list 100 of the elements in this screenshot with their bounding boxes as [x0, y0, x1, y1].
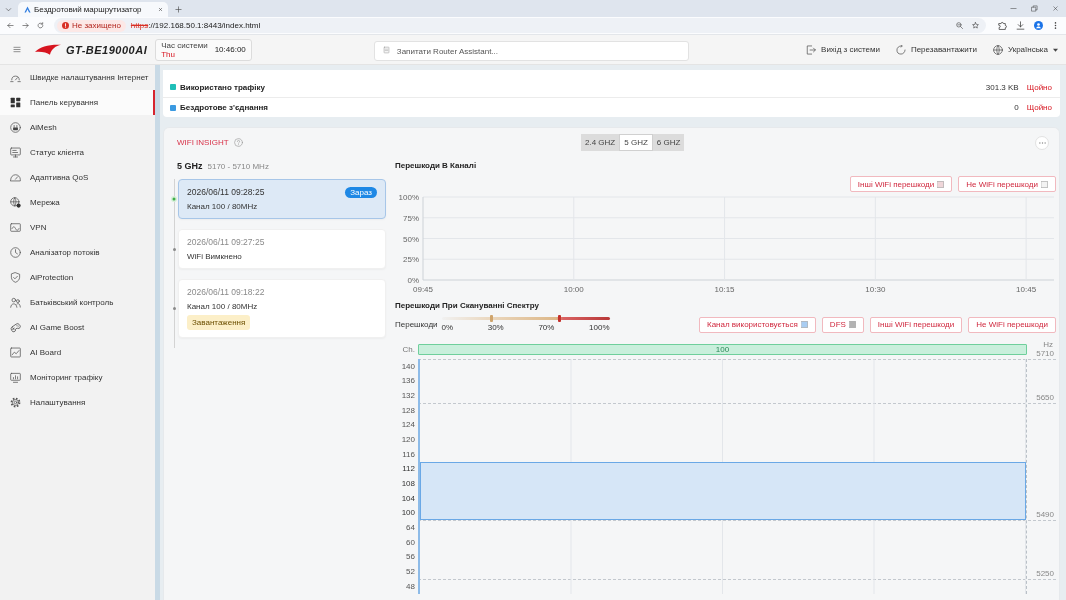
- sidebar-item[interactable]: Аналізатор потоків: [0, 240, 155, 265]
- legend-button[interactable]: Інші WiFi перешкоди: [869, 316, 963, 333]
- section-title: WIFI INSIGHT: [177, 138, 229, 147]
- circular-arrow-icon: [895, 44, 906, 55]
- event-time: 2026/06/11 09:28:25: [187, 187, 265, 197]
- sidebar-item[interactable]: Мережа: [0, 190, 155, 215]
- active-dot-icon: [171, 196, 177, 202]
- browser-tab[interactable]: Бездротовий маршрутизатор: [18, 2, 168, 17]
- axis-tick-label: 0%: [407, 276, 419, 285]
- clock-time: 10:46:00: [214, 45, 246, 54]
- star-icon[interactable]: [972, 22, 979, 29]
- sidebar-item[interactable]: Налаштування: [0, 390, 155, 415]
- help-icon[interactable]: [233, 138, 243, 147]
- caret-icon: [1053, 47, 1058, 52]
- scale-tick-label: 30%: [487, 323, 504, 332]
- timeline-dot-icon: [172, 307, 176, 310]
- sidebar-item[interactable]: Статус клієнта: [0, 140, 155, 165]
- language-button[interactable]: Українська: [992, 44, 1058, 55]
- search-field[interactable]: Запитати Router Assistant...: [373, 41, 689, 61]
- logout-button[interactable]: Вихід з системи: [806, 44, 880, 55]
- axis-tick-label: 09:45: [413, 285, 433, 294]
- event-card[interactable]: 2026/06/11 09:27:25 WiFi Вимкнено: [178, 229, 386, 269]
- sidebar-item[interactable]: Батьківський контроль: [0, 290, 155, 315]
- legend-button[interactable]: Не WiFi перешкоди: [968, 316, 1056, 333]
- close-icon[interactable]: [1052, 5, 1059, 12]
- unit-label: Hz: [1042, 340, 1054, 349]
- scale-tick-label: 0%: [441, 323, 454, 332]
- download-icon[interactable]: [1016, 21, 1025, 30]
- close-icon[interactable]: [158, 7, 163, 12]
- event-card[interactable]: 2026/06/11 09:18:22 Канал 100 / 80MHz Завантаження: [178, 279, 386, 338]
- sidebar-item[interactable]: Панель керування: [0, 90, 155, 115]
- channel-label: 128: [400, 404, 416, 417]
- frequency-label: 5710: [1036, 349, 1054, 358]
- clock-icon: [10, 247, 21, 258]
- status-tag: Завантаження: [187, 315, 251, 330]
- time-caption: Час системи: [161, 40, 208, 50]
- chart-board-icon: [10, 347, 21, 358]
- channel-label: 52: [405, 566, 416, 578]
- menu-icon[interactable]: [13, 46, 21, 53]
- dashboard-icon: [10, 97, 21, 108]
- warning-icon: [62, 22, 69, 29]
- chart-title: Перешкоди В Каналі: [395, 160, 478, 171]
- gauge-icon: [10, 72, 21, 83]
- sidebar-item[interactable]: AiProtection: [0, 265, 155, 290]
- metric-value: 0: [1014, 103, 1019, 112]
- legend-button[interactable]: Не WiFi перешкоди: [958, 176, 1056, 192]
- caret-down-icon[interactable]: [5, 6, 12, 13]
- security-indicator[interactable]: Не захищено: [57, 19, 126, 32]
- sidebar-item[interactable]: AI Game Boost: [0, 315, 155, 340]
- puzzle-icon[interactable]: [998, 21, 1007, 30]
- channel-label: 132: [400, 390, 416, 403]
- channel-label: 48: [405, 580, 416, 593]
- sidebar-item[interactable]: Швидке налаштування Інтернет: [0, 65, 155, 90]
- event-time: 2026/06/11 09:18:22: [187, 287, 265, 297]
- legend-button[interactable]: Інші WiFi перешкоди: [849, 176, 953, 192]
- globe-icon: [992, 44, 1003, 55]
- chart-title: Перешкоди При Скануванні Спектру: [395, 300, 540, 311]
- metric-label: Використано трафіку: [180, 82, 265, 92]
- sidebar-item[interactable]: Моніторинг трафіку: [0, 365, 155, 390]
- forward-icon[interactable]: [22, 22, 29, 29]
- band-range: 5170 - 5710 MHz: [207, 162, 269, 171]
- day-label: Thu: [161, 49, 176, 59]
- plus-icon[interactable]: [175, 6, 182, 13]
- channel-label: 60: [405, 536, 416, 549]
- sidebar-item[interactable]: Адаптивна QoS: [0, 165, 155, 190]
- event-detail: Канал 100 / 80MHz: [187, 302, 259, 311]
- speedometer-icon: [10, 172, 21, 183]
- model-name: GT-BE19000AI: [66, 43, 148, 56]
- magnifier-icon[interactable]: [956, 22, 963, 29]
- scale-tick-label: 100%: [589, 323, 610, 332]
- event-detail: Канал 100 / 80MHz: [187, 202, 259, 211]
- more-button[interactable]: [1035, 135, 1049, 150]
- sidebar-item[interactable]: AiMesh: [0, 115, 155, 140]
- scale-tick-label: 70%: [538, 323, 555, 332]
- back-icon[interactable]: [7, 22, 14, 29]
- axis-tick-label: 25%: [403, 255, 419, 265]
- sidebar-item[interactable]: VPN: [0, 215, 155, 240]
- event-card[interactable]: 2026/06/11 09:28:25 Зараз Канал 100 / 80MHz: [178, 179, 386, 219]
- address-field[interactable]: Не захищено https://192.168.50.1:8443/index.html: [54, 18, 986, 33]
- band-tab[interactable]: 6 GHZ: [652, 134, 685, 151]
- eye-logo-icon: [35, 43, 61, 56]
- channel-label: 108: [400, 478, 416, 491]
- reload-icon[interactable]: [37, 22, 44, 29]
- legend-button[interactable]: DFS: [821, 316, 864, 333]
- restart-button[interactable]: Перезавантажити: [895, 44, 977, 55]
- band-tab[interactable]: 5 GHZ: [619, 134, 653, 151]
- more-vertical-icon[interactable]: [1052, 21, 1059, 30]
- update-time: Щойно: [1026, 103, 1052, 112]
- restore-icon[interactable]: [1031, 5, 1038, 12]
- legend-button[interactable]: Канал використовується: [698, 316, 816, 333]
- axis-tick-label: 100%: [398, 193, 419, 202]
- url-text: https://192.168.50.1:8443/index.html: [130, 21, 261, 30]
- axis-tick-label: 50%: [403, 234, 419, 244]
- axis-tick-label: 75%: [403, 213, 419, 223]
- band-tab[interactable]: 2.4 GHZ: [581, 134, 620, 151]
- minimize-icon[interactable]: [1010, 5, 1017, 12]
- gamepad-icon: [10, 322, 21, 333]
- sidebar-item[interactable]: AI Board: [0, 340, 155, 365]
- logout-icon: [806, 44, 817, 55]
- avatar-icon[interactable]: [1034, 21, 1043, 30]
